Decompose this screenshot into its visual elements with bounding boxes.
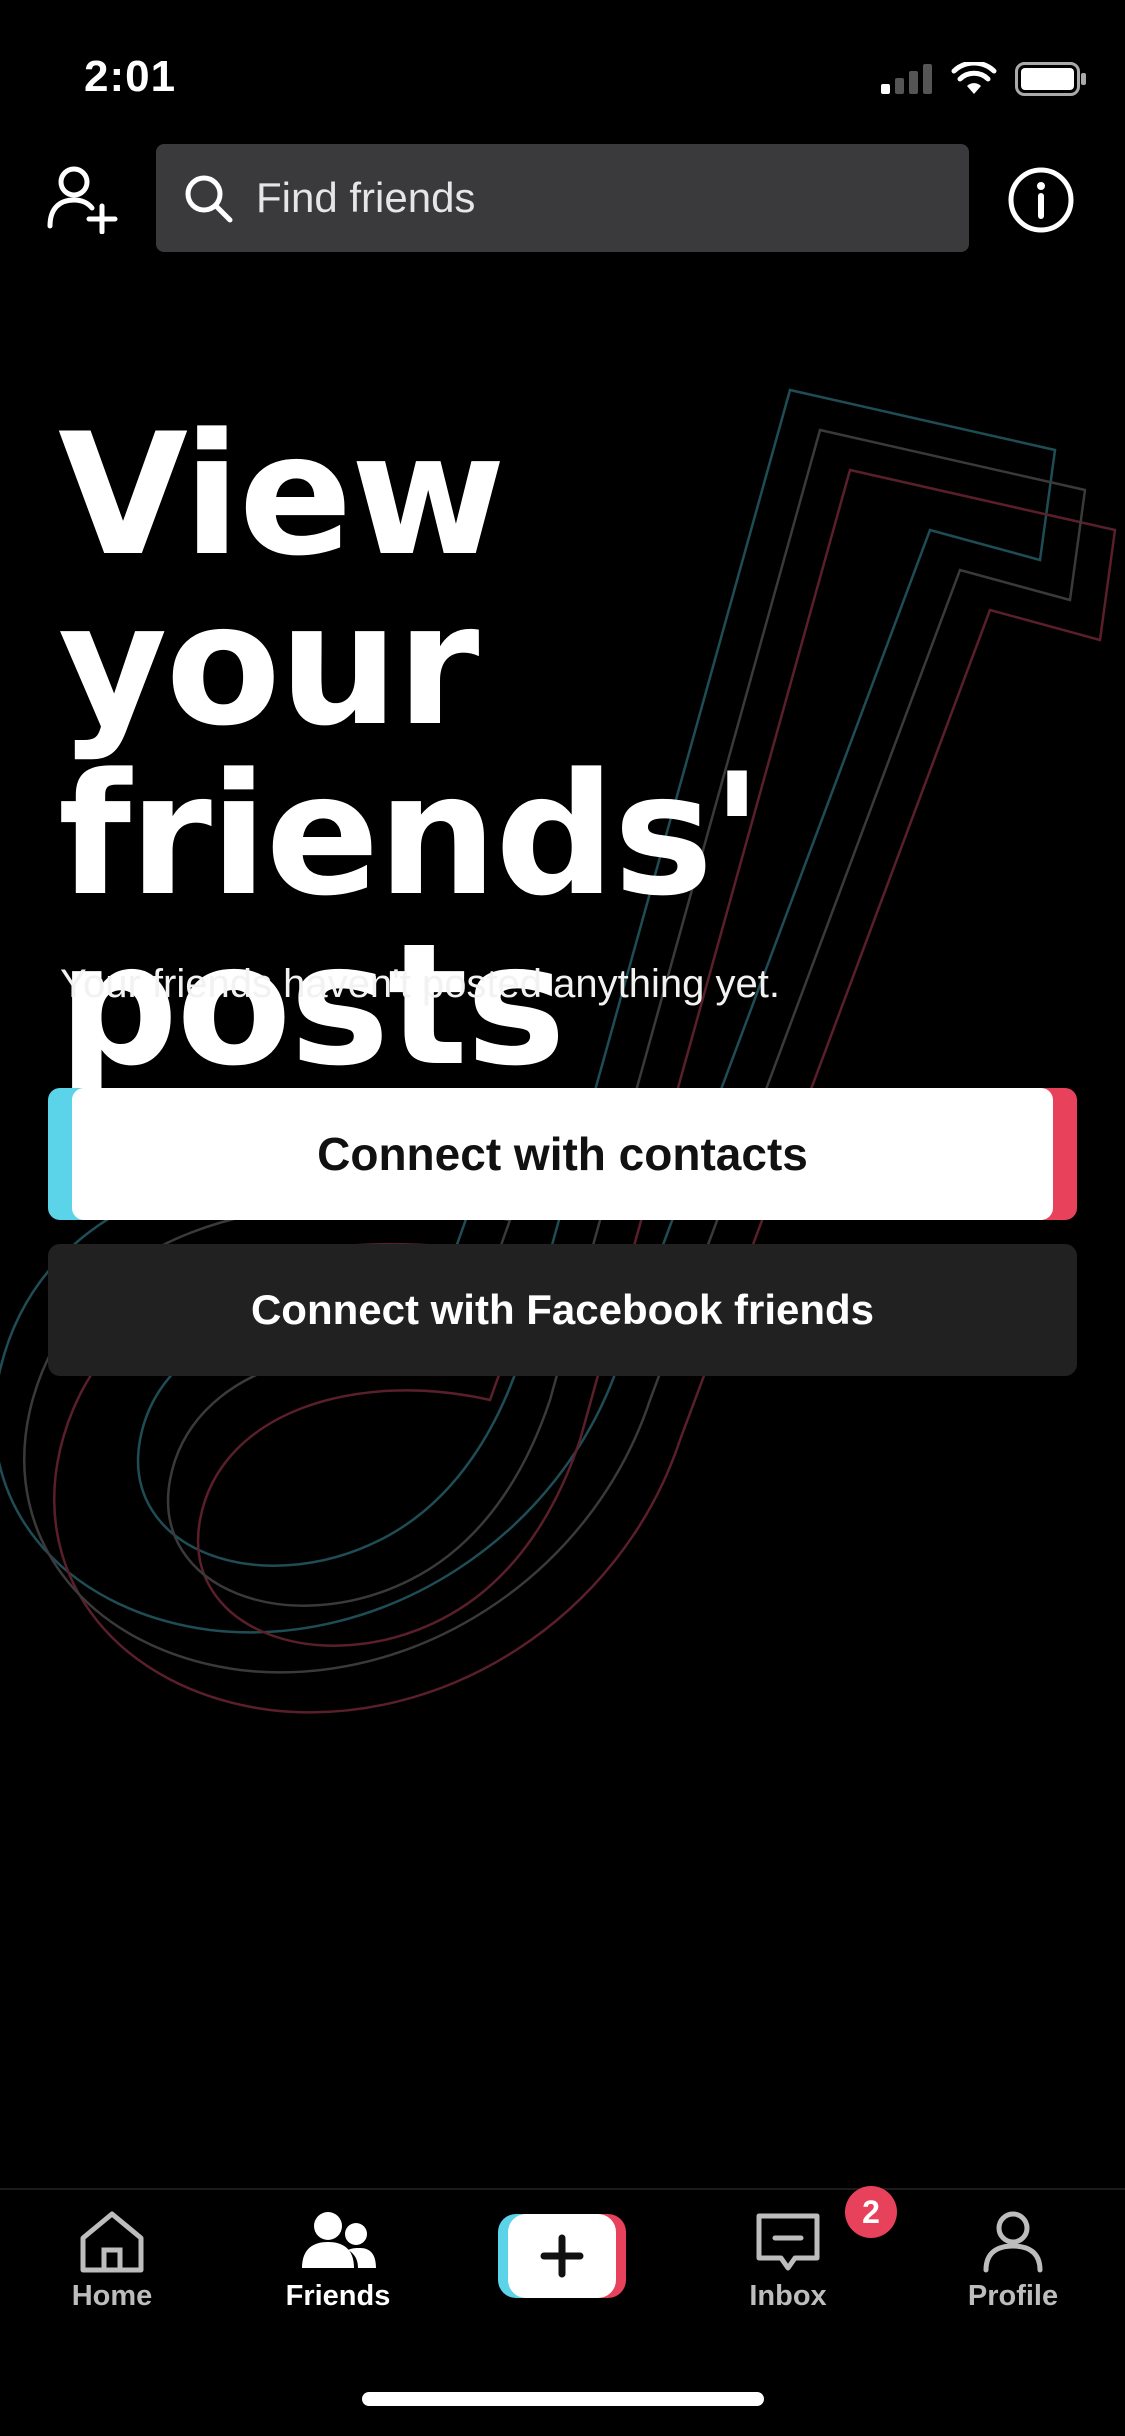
connect-facebook-button[interactable]: Connect with Facebook friends (48, 1244, 1077, 1376)
tab-profile-label: Profile (967, 2280, 1059, 2312)
title-line-1: View (58, 397, 506, 593)
subtitle: Your friends haven't posted anything yet… (60, 962, 780, 1006)
info-icon (1008, 167, 1074, 233)
connect-contacts-button-wrap: Connect with contacts (48, 1088, 1077, 1220)
create-post-button[interactable] (498, 2214, 626, 2298)
tab-inbox[interactable]: 2 Inbox (708, 2186, 897, 2328)
friends-icon (302, 2212, 376, 2268)
battery-icon (1015, 62, 1086, 96)
home-indicator (362, 2392, 764, 2406)
create-button-face (508, 2214, 616, 2298)
friends-screen: 2:01 Find friends View your friends' pos… (0, 0, 1125, 2436)
add-person-icon (47, 166, 118, 234)
tab-friends[interactable]: Friends (258, 2208, 418, 2328)
info-button[interactable] (1001, 160, 1081, 240)
search-input[interactable] (254, 173, 938, 223)
add-friend-button[interactable] (44, 160, 120, 236)
tab-inbox-label: Inbox (749, 2280, 827, 2312)
tab-home-label: Home (71, 2280, 153, 2312)
title-line-2: your friends' (58, 567, 763, 933)
cellular-signal-icon (881, 64, 932, 94)
connect-contacts-button[interactable]: Connect with contacts (72, 1088, 1053, 1220)
search-bar[interactable] (156, 144, 969, 252)
inbox-icon-wrap: 2 (753, 2186, 897, 2274)
profile-icon (983, 2211, 1043, 2273)
tab-home[interactable]: Home (32, 2208, 192, 2328)
inbox-icon (756, 2213, 820, 2271)
status-time: 2:01 (84, 52, 177, 101)
status-icons (881, 62, 1087, 96)
inbox-badge: 2 (845, 2186, 897, 2238)
wifi-icon (951, 62, 997, 94)
search-icon (185, 175, 233, 223)
tab-friends-label: Friends (285, 2280, 391, 2312)
plus-icon (540, 2234, 584, 2278)
tab-profile[interactable]: Profile (933, 2208, 1093, 2328)
home-icon (80, 2211, 144, 2273)
